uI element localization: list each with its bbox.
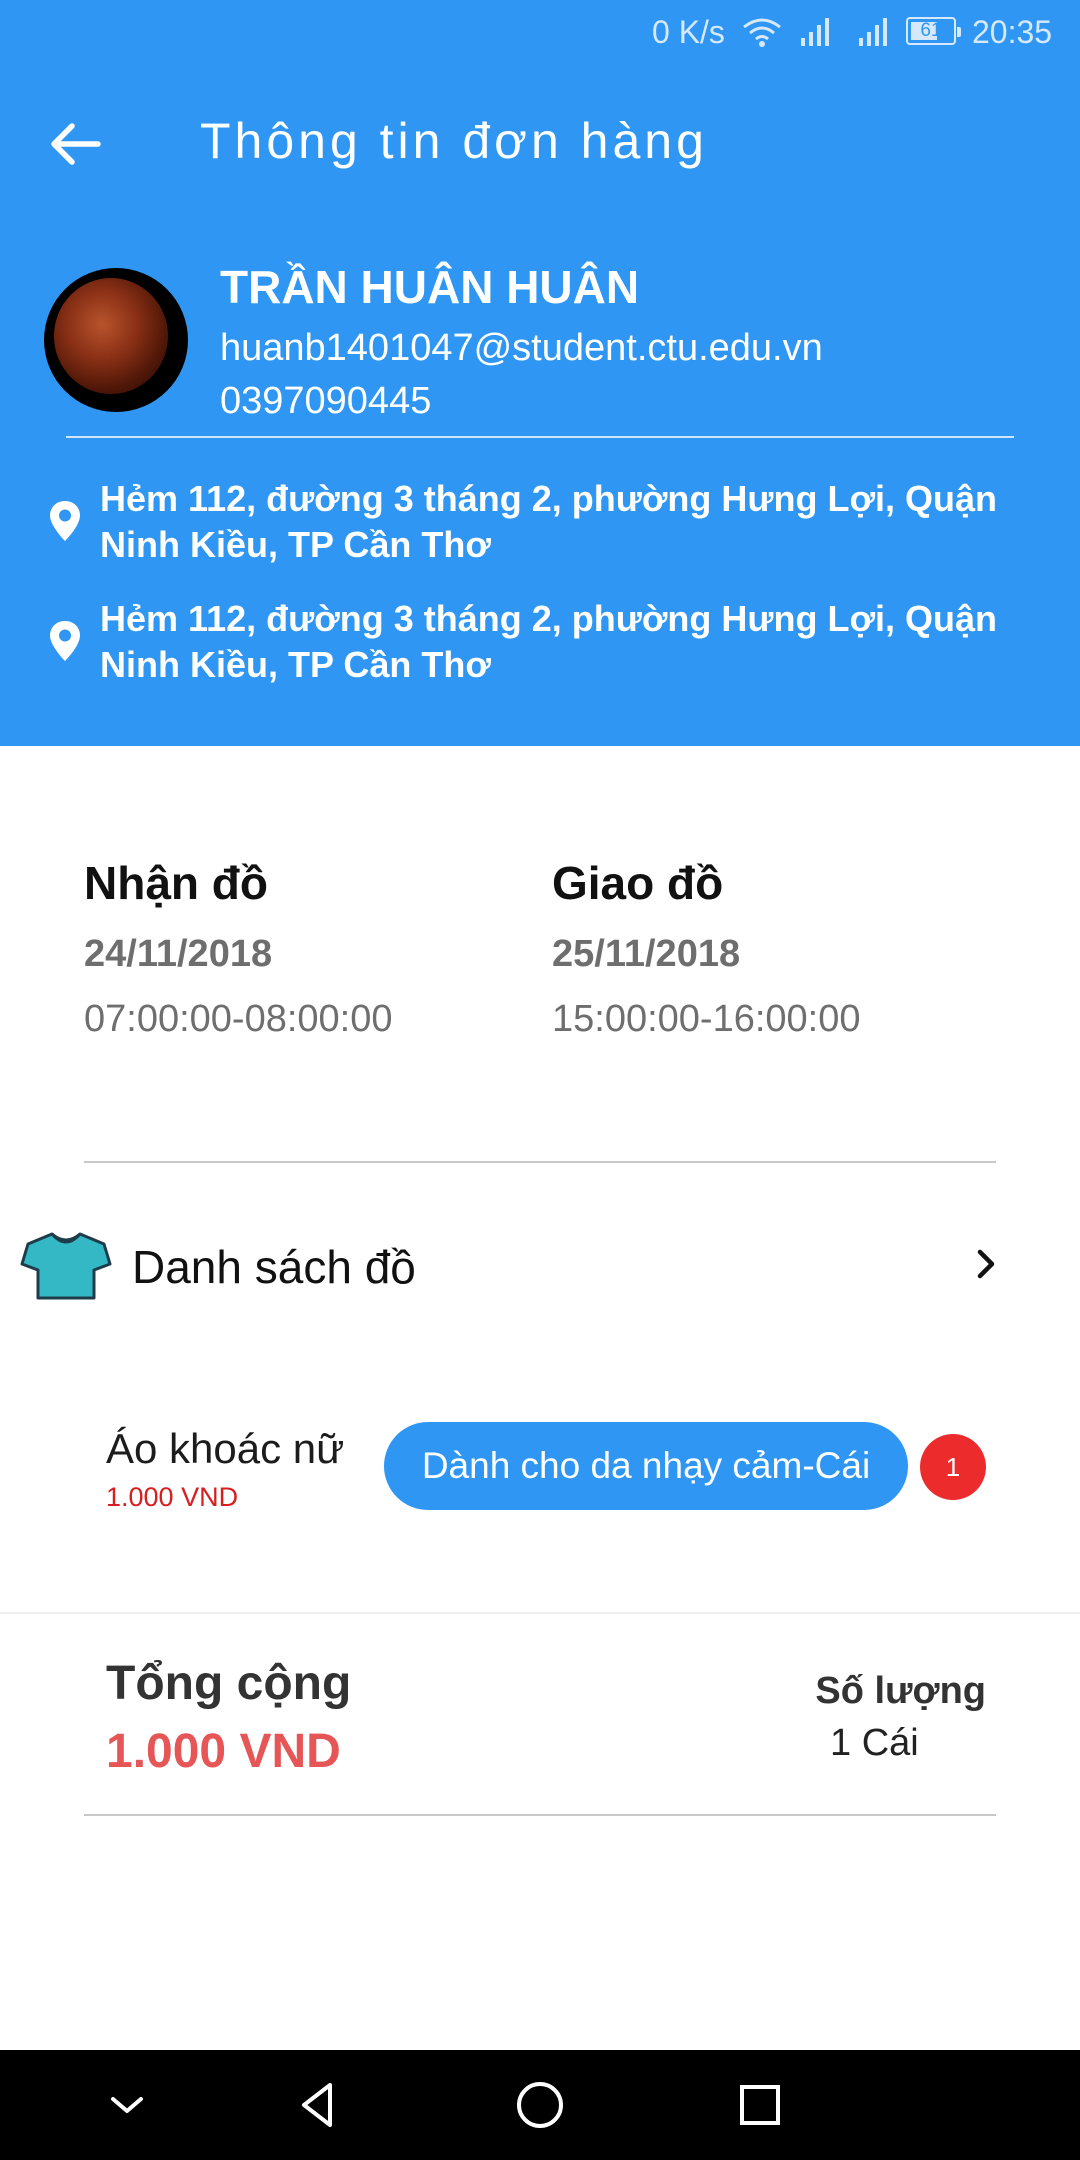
back-nav-icon[interactable] [290, 2075, 350, 2135]
shirt-icon [20, 1232, 112, 1300]
chevron-down-icon[interactable] [97, 2075, 157, 2135]
back-button[interactable] [36, 104, 116, 184]
status-bar: 0 K/s 61 20:35 [0, 0, 1080, 70]
pickup-title: Nhận đồ [84, 857, 268, 909]
battery-icon: 61 [906, 17, 961, 45]
divider [84, 1161, 996, 1163]
total-label: Tổng cộng [106, 1657, 352, 1710]
pickup-time: 07:00:00-08:00:00 [84, 998, 393, 1040]
network-speed: 0 K/s [652, 14, 725, 50]
battery-level: 61 [920, 20, 942, 41]
pickup-date: 24/11/2018 [84, 933, 273, 975]
divider [0, 1612, 1080, 1614]
location-pin-icon [50, 621, 80, 661]
page-title: Thông tin đơn hàng [200, 113, 708, 169]
chevron-right-icon [977, 1249, 995, 1279]
item-option-chip[interactable]: Dành cho da nhạy cảm-Cái [384, 1422, 908, 1510]
navigation-bar [0, 2050, 1080, 2160]
status-time: 20:35 [972, 14, 1053, 50]
total-value: 1.000 VND [106, 1725, 341, 1778]
customer-phone: 0397090445 [220, 380, 432, 422]
header-divider [66, 436, 1014, 438]
quantity-value: 1 Cái [830, 1722, 919, 1764]
pickup-address: Hẻm 112, đường 3 tháng 2, phường Hưng Lợ… [100, 478, 998, 565]
location-pin-icon [50, 501, 80, 541]
wifi-icon [743, 18, 781, 47]
delivery-time: 15:00:00-16:00:00 [552, 998, 861, 1040]
item-quantity-badge: 1 [920, 1434, 986, 1500]
arrow-left-icon [51, 123, 101, 165]
divider [84, 1814, 996, 1816]
order-header: 0 K/s 61 20:35 Thông tin đơn hàng TRẦN H… [0, 0, 1080, 746]
item-list-title: Danh sách đồ [132, 1241, 416, 1293]
home-nav-icon[interactable] [510, 2075, 570, 2135]
item-price: 1.000 VND [106, 1482, 239, 1512]
delivery-date: 25/11/2018 [552, 933, 741, 975]
delivery-address: Hẻm 112, đường 3 tháng 2, phường Hưng Lợ… [100, 598, 998, 685]
signal-icon [801, 18, 829, 46]
avatar [44, 268, 188, 412]
delivery-title: Giao đồ [552, 857, 724, 909]
recent-apps-icon[interactable] [730, 2075, 790, 2135]
signal-icon [859, 18, 887, 46]
quantity-label: Số lượng [815, 1670, 986, 1712]
item-list-row[interactable]: Danh sách đồ [0, 1200, 1080, 1336]
customer-email: huanb1401047@student.ctu.edu.vn [220, 327, 823, 369]
item-name: Áo khoác nữ [106, 1425, 345, 1472]
customer-name: TRẦN HUÂN HUÂN [220, 261, 640, 313]
